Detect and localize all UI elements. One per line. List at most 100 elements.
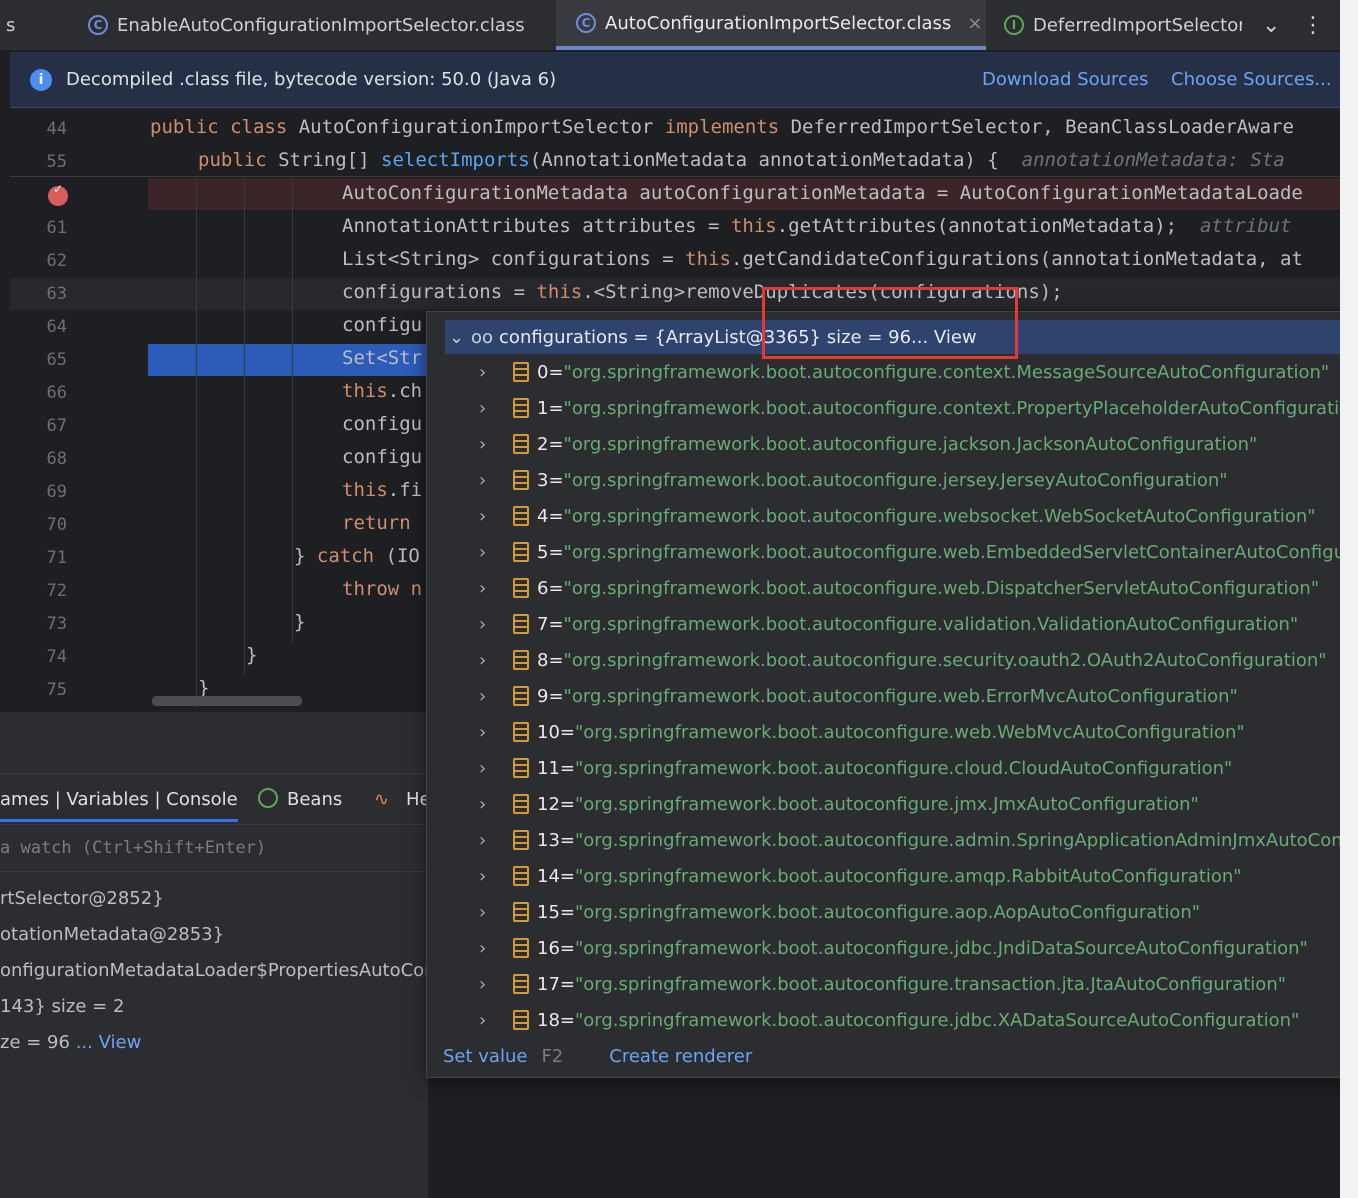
code-line[interactable]: } xyxy=(294,611,305,633)
chevron-right-icon[interactable]: › xyxy=(479,758,495,779)
line-number[interactable]: 68 xyxy=(10,449,67,469)
chevron-right-icon[interactable]: › xyxy=(479,362,495,383)
list-item[interactable]: › 18 = "org.springframework.boot.autoconf… xyxy=(427,1002,1299,1038)
tab-enable-auto-config-import-selector[interactable]: C EnableAutoConfigurationImportSelector.… xyxy=(88,0,548,50)
chevron-right-icon[interactable]: › xyxy=(479,830,495,851)
line-number[interactable]: 55 xyxy=(10,152,67,172)
chevron-right-icon[interactable]: › xyxy=(479,398,495,419)
list-item[interactable]: › 6 = "org.springframework.boot.autoconfi… xyxy=(427,570,1319,606)
line-number[interactable]: 72 xyxy=(10,581,67,601)
variable-row[interactable]: rtSelector@2852} xyxy=(0,888,164,909)
vertical-scrollbar[interactable] xyxy=(1340,0,1358,1198)
list-item[interactable]: › 10 = "org.springframework.boot.autoconf… xyxy=(427,714,1245,750)
download-sources-link[interactable]: Download Sources xyxy=(982,69,1148,90)
list-item[interactable]: › 3 = "org.springframework.boot.autoconfi… xyxy=(427,462,1228,498)
indent-guide xyxy=(244,178,245,674)
code-line[interactable]: this.fi xyxy=(342,479,422,501)
line-number[interactable]: 75 xyxy=(10,680,67,700)
variable-row[interactable]: onfigurationMetadataLoader$PropertiesAut… xyxy=(0,960,442,981)
code-line[interactable]: configu xyxy=(342,314,422,336)
code-line[interactable]: Set<Str xyxy=(342,347,422,369)
array-element-icon xyxy=(513,398,529,418)
line-number[interactable]: 74 xyxy=(10,647,67,667)
view-link[interactable]: ... View xyxy=(76,1032,142,1053)
chevron-right-icon[interactable]: › xyxy=(479,1010,495,1031)
list-item[interactable]: › 13 = "org.springframework.boot.autoconf… xyxy=(427,822,1357,858)
beans-icon xyxy=(258,788,278,808)
list-item[interactable]: › 12 = "org.springframework.boot.autoconf… xyxy=(427,786,1199,822)
chevron-right-icon[interactable]: › xyxy=(479,938,495,959)
chevron-down-icon[interactable]: ⌄ xyxy=(449,327,471,348)
editor-horizontal-scrollbar[interactable] xyxy=(152,696,302,706)
code-line[interactable]: } catch (IO xyxy=(294,545,420,567)
list-item[interactable]: › 0 = "org.springframework.boot.autoconfi… xyxy=(427,354,1329,390)
code-line[interactable]: configu xyxy=(342,413,422,435)
chevron-right-icon[interactable]: › xyxy=(479,650,495,671)
list-item[interactable]: › 4 = "org.springframework.boot.autoconfi… xyxy=(427,498,1316,534)
list-item[interactable]: › 9 = "org.springframework.boot.autoconfi… xyxy=(427,678,1238,714)
choose-sources-link[interactable]: Choose Sources... xyxy=(1171,69,1332,90)
tab-beans[interactable]: Beans xyxy=(287,789,342,810)
list-item[interactable]: › 7 = "org.springframework.boot.autoconfi… xyxy=(427,606,1298,642)
list-item[interactable]: › 14 = "org.springframework.boot.autoconf… xyxy=(427,858,1242,894)
line-number[interactable]: 67 xyxy=(10,416,67,436)
list-item[interactable]: › 8 = "org.springframework.boot.autoconfi… xyxy=(427,642,1327,678)
tab-partial[interactable]: s xyxy=(0,0,40,50)
line-number[interactable]: 64 xyxy=(10,317,67,337)
create-renderer-link[interactable]: Create renderer xyxy=(609,1046,752,1067)
chevron-right-icon[interactable]: › xyxy=(479,866,495,887)
tab-frames-variables-console[interactable]: ames | Variables | Console xyxy=(0,789,238,810)
list-item[interactable]: › 1 = "org.springframework.boot.autoconfi… xyxy=(427,390,1357,426)
variable-row[interactable]: otationMetadata@2853} xyxy=(0,924,224,945)
chevron-right-icon[interactable]: › xyxy=(479,722,495,743)
line-number[interactable]: 44 xyxy=(10,119,67,139)
line-number[interactable]: 62 xyxy=(10,251,67,271)
variable-row[interactable]: 143} size = 2 xyxy=(0,996,124,1017)
breakpoint-icon[interactable]: ✓ xyxy=(48,182,68,206)
code-line[interactable]: configu xyxy=(342,446,422,468)
line-number[interactable]: 69 xyxy=(10,482,67,502)
list-item[interactable]: › 15 = "org.springframework.boot.autoconf… xyxy=(427,894,1200,930)
line-number[interactable]: 65 xyxy=(10,350,67,370)
code-line[interactable]: List<String> configurations = this.getCa… xyxy=(342,248,1303,270)
list-item[interactable]: › 16 = "org.springframework.boot.autoconf… xyxy=(427,930,1308,966)
more-icon[interactable]: ⋮ xyxy=(1302,0,1322,50)
list-item[interactable]: › 5 = "org.springframework.boot.autoconfi… xyxy=(427,534,1357,570)
list-item[interactable]: › 11 = "org.springframework.boot.autoconf… xyxy=(427,750,1232,786)
chevron-right-icon[interactable]: › xyxy=(479,578,495,599)
line-number[interactable]: 70 xyxy=(10,515,67,535)
line-number[interactable]: 66 xyxy=(10,383,67,403)
chevron-right-icon[interactable]: › xyxy=(479,974,495,995)
item-value: "org.springframework.boot.autoconfigure.… xyxy=(563,649,1327,671)
tab-deferred-import-selector[interactable]: I DeferredImportSelector. xyxy=(1004,0,1242,50)
code-token: AutoConfigurationImportSelector xyxy=(298,116,665,138)
tab-auto-config-import-selector[interactable]: C AutoConfigurationImportSelector.class … xyxy=(556,0,986,50)
list-item[interactable]: › 2 = "org.springframework.boot.autoconfi… xyxy=(427,426,1257,462)
chevron-right-icon[interactable]: › xyxy=(479,506,495,527)
close-icon[interactable]: × xyxy=(967,13,982,34)
code-line[interactable]: this.ch xyxy=(342,380,422,402)
code-line[interactable]: throw n xyxy=(342,578,422,600)
list-item[interactable]: › 17 = "org.springframework.boot.autoconf… xyxy=(427,966,1286,1002)
chevron-right-icon[interactable]: › xyxy=(479,614,495,635)
chevron-right-icon[interactable]: › xyxy=(479,902,495,923)
code-line[interactable]: return xyxy=(342,512,422,534)
line-number[interactable]: 71 xyxy=(10,548,67,568)
chevron-right-icon[interactable]: › xyxy=(479,794,495,815)
variable-row[interactable]: ze = 96 ... View xyxy=(0,1032,141,1053)
line-number[interactable]: 73 xyxy=(10,614,67,634)
chevron-right-icon[interactable]: › xyxy=(479,434,495,455)
watch-input[interactable]: a watch (Ctrl+Shift+Enter) xyxy=(0,824,428,872)
chevron-right-icon[interactable]: › xyxy=(479,542,495,563)
chevron-right-icon[interactable]: › xyxy=(479,686,495,707)
chevron-down-icon[interactable]: ⌄ xyxy=(1262,0,1286,50)
chevron-right-icon[interactable]: › xyxy=(479,470,495,491)
code-line[interactable]: public String[] selectImports(Annotation… xyxy=(198,149,1285,171)
line-number[interactable]: 63 xyxy=(10,284,67,304)
code-line[interactable]: } xyxy=(246,644,257,666)
code-line[interactable]: public class AutoConfigurationImportSele… xyxy=(150,116,1294,138)
set-value-link[interactable]: Set value xyxy=(443,1046,527,1067)
code-line[interactable]: AnnotationAttributes attributes = this.g… xyxy=(342,215,1291,237)
code-line[interactable]: AutoConfigurationMetadata autoConfigurat… xyxy=(342,182,1303,204)
line-number[interactable]: 61 xyxy=(10,218,67,238)
